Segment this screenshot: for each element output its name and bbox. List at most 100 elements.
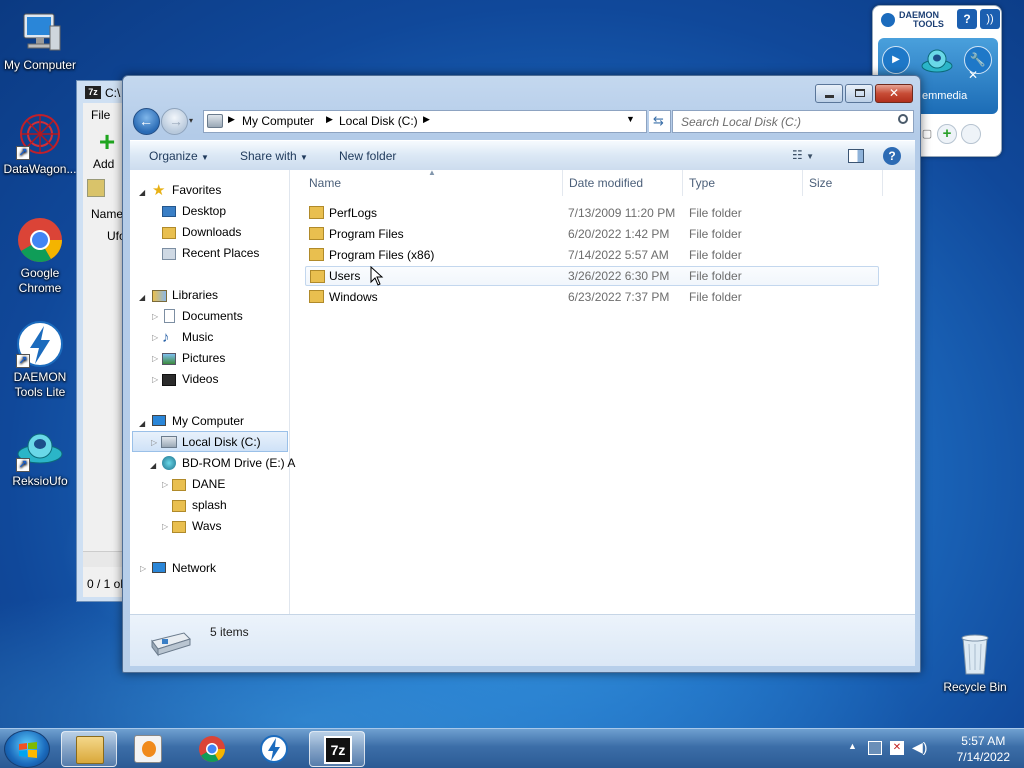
address-dropdown-icon[interactable]: ▼ [626,114,635,124]
name-column-header[interactable]: Name [91,207,123,221]
windows-logo-icon [19,742,37,758]
help-icon[interactable]: ? [883,147,901,165]
collapse-arrow-icon[interactable]: ▷ [162,480,168,489]
expand-arrow-icon[interactable]: ◢ [139,419,145,428]
rss-button[interactable]: )) [980,9,1000,29]
desktop-icon-recycle-bin[interactable]: Recycle Bin [935,630,1015,695]
action-center-icon[interactable]: ✕ [890,741,904,755]
new-folder-button[interactable]: New folder [339,149,396,163]
command-bar: Organize ▼ Share with ▼ New folder ☷ ▼ ? [130,140,915,170]
add-icon[interactable]: + [95,128,119,156]
maximize-button[interactable] [845,84,873,103]
column-header-size[interactable]: Size [803,170,883,196]
desktop-icon-reksioufo[interactable]: ↗ ReksioUfo [0,424,80,489]
expand-arrow-icon[interactable]: ◢ [150,461,156,470]
unmount-icon[interactable]: ✕ [966,68,980,82]
desktop-icon-label: DataWagon... [3,162,77,176]
expand-arrow-icon[interactable]: ◢ [139,293,145,302]
preview-pane-icon[interactable] [848,149,864,163]
collapse-arrow-icon[interactable]: ▷ [152,333,158,342]
play-icon[interactable]: ▶ [882,46,910,74]
breadcrumb-separator-icon[interactable]: ▶ [326,114,333,125]
recent-pages-dropdown[interactable]: ▾ [189,116,199,126]
clock[interactable]: 5:57 AM 7/14/2022 [957,733,1010,765]
disc-drive-icon [162,456,176,470]
computer-icon [16,8,64,56]
address-bar[interactable]: ▶ My Computer ▶ Local Disk (C:) ▶ ▼ [203,110,647,133]
minimize-button[interactable] [815,84,843,103]
forward-button[interactable]: → [161,108,188,135]
add-drive-button[interactable]: + [937,124,957,144]
file-row-hovered[interactable]: Users 3/26/2022 6:30 PM File folder [305,266,879,286]
start-button[interactable] [4,730,50,768]
refresh-button[interactable]: ⇆ [649,110,671,133]
breadcrumb-separator-icon[interactable]: ▶ [423,114,430,125]
drive-settings-button[interactable] [961,124,981,144]
sevenzip-icon: 7z [324,736,352,764]
explorer-window[interactable]: ✕ ← → ▾ ▶ My Computer ▶ Local Disk (C:) … [122,75,921,673]
lock-icon[interactable]: ▢ [919,124,935,144]
folder-icon [309,290,324,303]
network-icon [152,562,166,573]
navigation-pane[interactable]: ◢ ★ Favorites Desktop Downloads Recent P… [130,170,295,614]
desktop-icon-datawagon[interactable]: ↗ DataWagon... [0,112,80,177]
desktop-icon-google-chrome[interactable]: Google Chrome [0,216,80,296]
nav-local-disk-c[interactable]: ▷ Local Disk (C:) [132,431,288,452]
breadcrumb-local-disk[interactable]: Local Disk (C:) [339,114,418,128]
collapse-arrow-icon[interactable]: ▷ [140,564,146,573]
back-arrow-icon: ← [139,113,153,129]
taskbar-media-player[interactable] [120,731,176,767]
content-area: ◢ ★ Favorites Desktop Downloads Recent P… [130,168,915,614]
breadcrumb-my-computer[interactable]: My Computer [242,114,314,128]
search-box[interactable]: Search Local Disk (C:) [672,110,914,133]
file-row[interactable]: Program Files 6/20/2022 1:42 PM File fol… [305,224,879,244]
collapse-arrow-icon[interactable]: ▷ [152,312,158,321]
column-header-date-modified[interactable]: Date modified [563,170,683,196]
folder-icon [310,270,325,283]
sevenzip-title-icon: 7z [85,86,101,99]
close-icon: ✕ [888,86,900,100]
taskbar-7zip[interactable]: 7z [309,731,365,767]
daemon-tools-icon: ↗ [16,320,64,368]
collapse-arrow-icon[interactable]: ▷ [151,432,157,453]
videos-icon [162,374,176,386]
help-button[interactable]: ? [957,9,977,29]
minimize-icon [825,95,834,98]
volume-icon[interactable]: ◀) [912,739,927,756]
folder-icon [309,248,324,261]
breadcrumb-separator-icon[interactable]: ▶ [228,114,235,125]
show-hidden-icons-button[interactable]: ▲ [848,741,857,751]
close-button[interactable]: ✕ [875,84,913,103]
desktop-icon-daemon-tools[interactable]: ↗ DAEMON Tools Lite [0,320,80,400]
taskbar-daemon-tools[interactable] [246,731,302,767]
up-folder-icon[interactable] [87,179,105,197]
folder-icon [172,500,186,512]
taskbar-chrome[interactable] [184,731,240,767]
desktop-icon-label: Google Chrome [18,266,62,295]
file-row[interactable]: Windows 6/23/2022 7:37 PM File folder [305,287,879,307]
folder-icon [172,479,186,491]
file-menu[interactable]: File [91,108,110,122]
back-button[interactable]: ← [133,108,160,135]
organize-button[interactable]: Organize ▼ [149,149,209,163]
view-options-icon[interactable]: ☷ ▼ [792,148,832,164]
expand-arrow-icon[interactable]: ◢ [139,188,145,197]
taskbar-explorer[interactable] [61,731,117,767]
collapse-arrow-icon[interactable]: ▷ [162,522,168,531]
network-tray-icon[interactable] [868,741,882,755]
column-header-type[interactable]: Type [683,170,803,196]
file-list[interactable]: ▲ Name Date modified Type Size PerfLogs … [290,168,915,614]
desktop-icon-my-computer[interactable]: My Computer [0,8,80,73]
file-row[interactable]: PerfLogs 7/13/2009 11:20 PM File folder [305,203,879,223]
collapse-arrow-icon[interactable]: ▷ [152,354,158,363]
libraries-icon [152,290,167,302]
file-row[interactable]: Program Files (x86) 7/14/2022 5:57 AM Fi… [305,245,879,265]
reksioufo-icon: ↗ [16,424,64,472]
downloads-folder-icon [162,227,176,239]
column-header-name[interactable]: Name [303,170,563,196]
collapse-arrow-icon[interactable]: ▷ [152,375,158,384]
navigation-bar: ← → ▾ ▶ My Computer ▶ Local Disk (C:) ▶ … [131,108,915,136]
desktop-icon-label: My Computer [3,58,77,72]
media-player-icon [134,735,162,763]
share-with-button[interactable]: Share with ▼ [240,149,308,163]
